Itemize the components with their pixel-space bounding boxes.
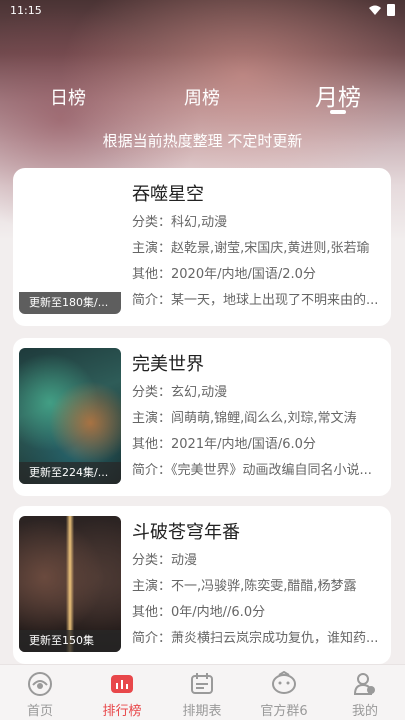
ranking-card[interactable]: 更新至180集/... 吞噬星空 分类：科幻,动漫 主演：赵乾景,谢莹,宋国庆,… [13,168,391,326]
card-other: 其他：2021年/内地/国语/6.0分 [132,437,316,452]
episode-caption: 更新至180集/... [19,292,121,314]
nav-schedule-label: 排期表 [182,704,222,719]
bottom-nav: 首页 排行榜 排期表 官方群6 我的 [0,664,405,720]
tab-monthly[interactable]: 月榜 [298,78,378,112]
nav-profile-label: 我的 [351,704,378,719]
ranking-subtitle: 根据当前热度整理 不定时更新 [102,132,303,150]
battery-icon [387,4,395,16]
chart-icon [111,675,133,693]
wifi-icon [369,5,381,15]
ranking-card[interactable]: 更新至224集/... 完美世界 分类：玄幻,动漫 主演：闾萌萌,锦鲤,阎么么,… [13,338,391,496]
poster-image: 更新至150集 [19,516,121,652]
card-cast: 主演：闾萌萌,锦鲤,阎么么,刘琮,常文涛 [132,411,357,426]
calendar-icon [191,673,213,694]
home-icon [28,672,52,696]
ranking-tabs: 日榜 周榜 月榜 [0,78,405,118]
group-icon [272,671,296,694]
card-category: 分类：动漫 [132,553,198,568]
nav-group-label: 官方群6 [260,704,308,719]
card-other: 其他：0年/内地//6.0分 [132,605,266,620]
card-summary: 简介：某一天，地球上出现了不明来由的... [132,293,379,308]
card-category: 分类：玄幻,动漫 [132,385,228,400]
card-other: 其他：2020年/内地/国语/2.0分 [132,267,316,282]
card-category: 分类：科幻,动漫 [132,215,228,230]
card-summary: 简介：萧炎横扫云岚宗成功复仇，谁知药... [132,631,379,646]
nav-group[interactable]: 官方群6 [249,671,319,719]
nav-profile[interactable]: 我的 [330,671,400,719]
status-time: 11:15 [10,4,42,17]
card-cast: 主演：赵乾景,谢莹,宋国庆,黄进则,张若瑜 [132,241,370,256]
nav-home-label: 首页 [26,704,53,719]
tab-weekly[interactable]: 周榜 [162,84,242,110]
card-title: 吞噬星空 [132,184,204,205]
card-summary: 简介：《完美世界》动画改编自同名小说... [132,463,372,478]
nav-schedule[interactable]: 排期表 [167,671,237,719]
nav-ranking-label: 排行榜 [102,704,142,719]
poster-image: 更新至224集/... [19,348,121,484]
ranking-card[interactable]: 更新至150集 斗破苍穹年番 分类：动漫 主演：不一,冯骏骅,陈奕雯,醋醋,杨梦… [13,506,391,664]
card-title: 完美世界 [132,354,204,375]
episode-caption: 更新至224集/... [19,462,121,484]
card-cast: 主演：不一,冯骏骅,陈奕雯,醋醋,杨梦露 [132,579,357,594]
episode-caption: 更新至150集 [19,630,121,652]
tab-indicator [330,110,346,114]
card-title: 斗破苍穹年番 [132,522,240,543]
status-bar: 11:15 [0,0,405,22]
profile-icon [353,673,375,695]
nav-home[interactable]: 首页 [5,671,75,719]
poster-image: 更新至180集/... [19,178,121,314]
status-icons [369,4,395,16]
tab-daily[interactable]: 日榜 [28,84,108,110]
nav-ranking[interactable]: 排行榜 [87,671,157,719]
